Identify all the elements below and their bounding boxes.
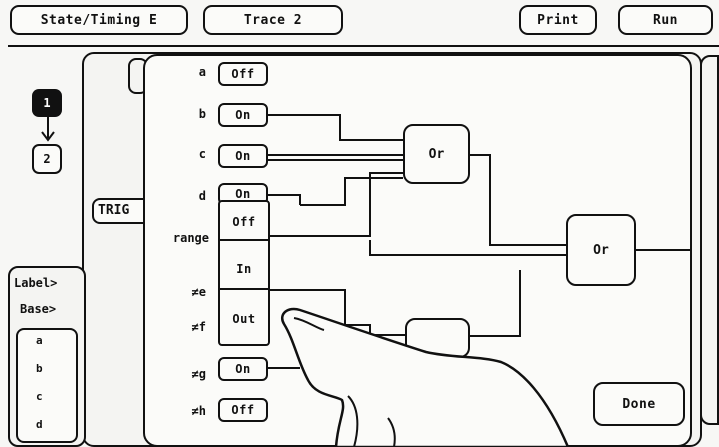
term-label: ≠g	[191, 367, 206, 381]
hand-pointer-icon	[281, 307, 570, 447]
term-label: ≠h	[191, 404, 206, 418]
term-label: a	[198, 65, 206, 79]
term-g-toggle[interactable]: On	[218, 357, 268, 381]
range-option-in[interactable]: In	[220, 250, 268, 290]
term-label: b	[198, 107, 206, 121]
range-label: range	[172, 231, 209, 245]
term-b-toggle[interactable]: On	[218, 103, 268, 127]
term-c-toggle[interactable]: On	[218, 144, 268, 168]
or-gate-final[interactable]: Or	[566, 214, 636, 286]
term-a-toggle[interactable]: Off	[218, 62, 268, 86]
term-h-toggle[interactable]: Off	[218, 398, 268, 422]
range-option-off[interactable]: Off	[220, 205, 268, 241]
term-label: ≠f	[191, 320, 206, 334]
or-gate-upper[interactable]: Or	[403, 124, 470, 184]
term-label: c	[198, 147, 206, 161]
range-option-out[interactable]: Out	[220, 298, 268, 340]
term-label: ≠e	[191, 285, 206, 299]
term-label: d	[198, 189, 206, 203]
